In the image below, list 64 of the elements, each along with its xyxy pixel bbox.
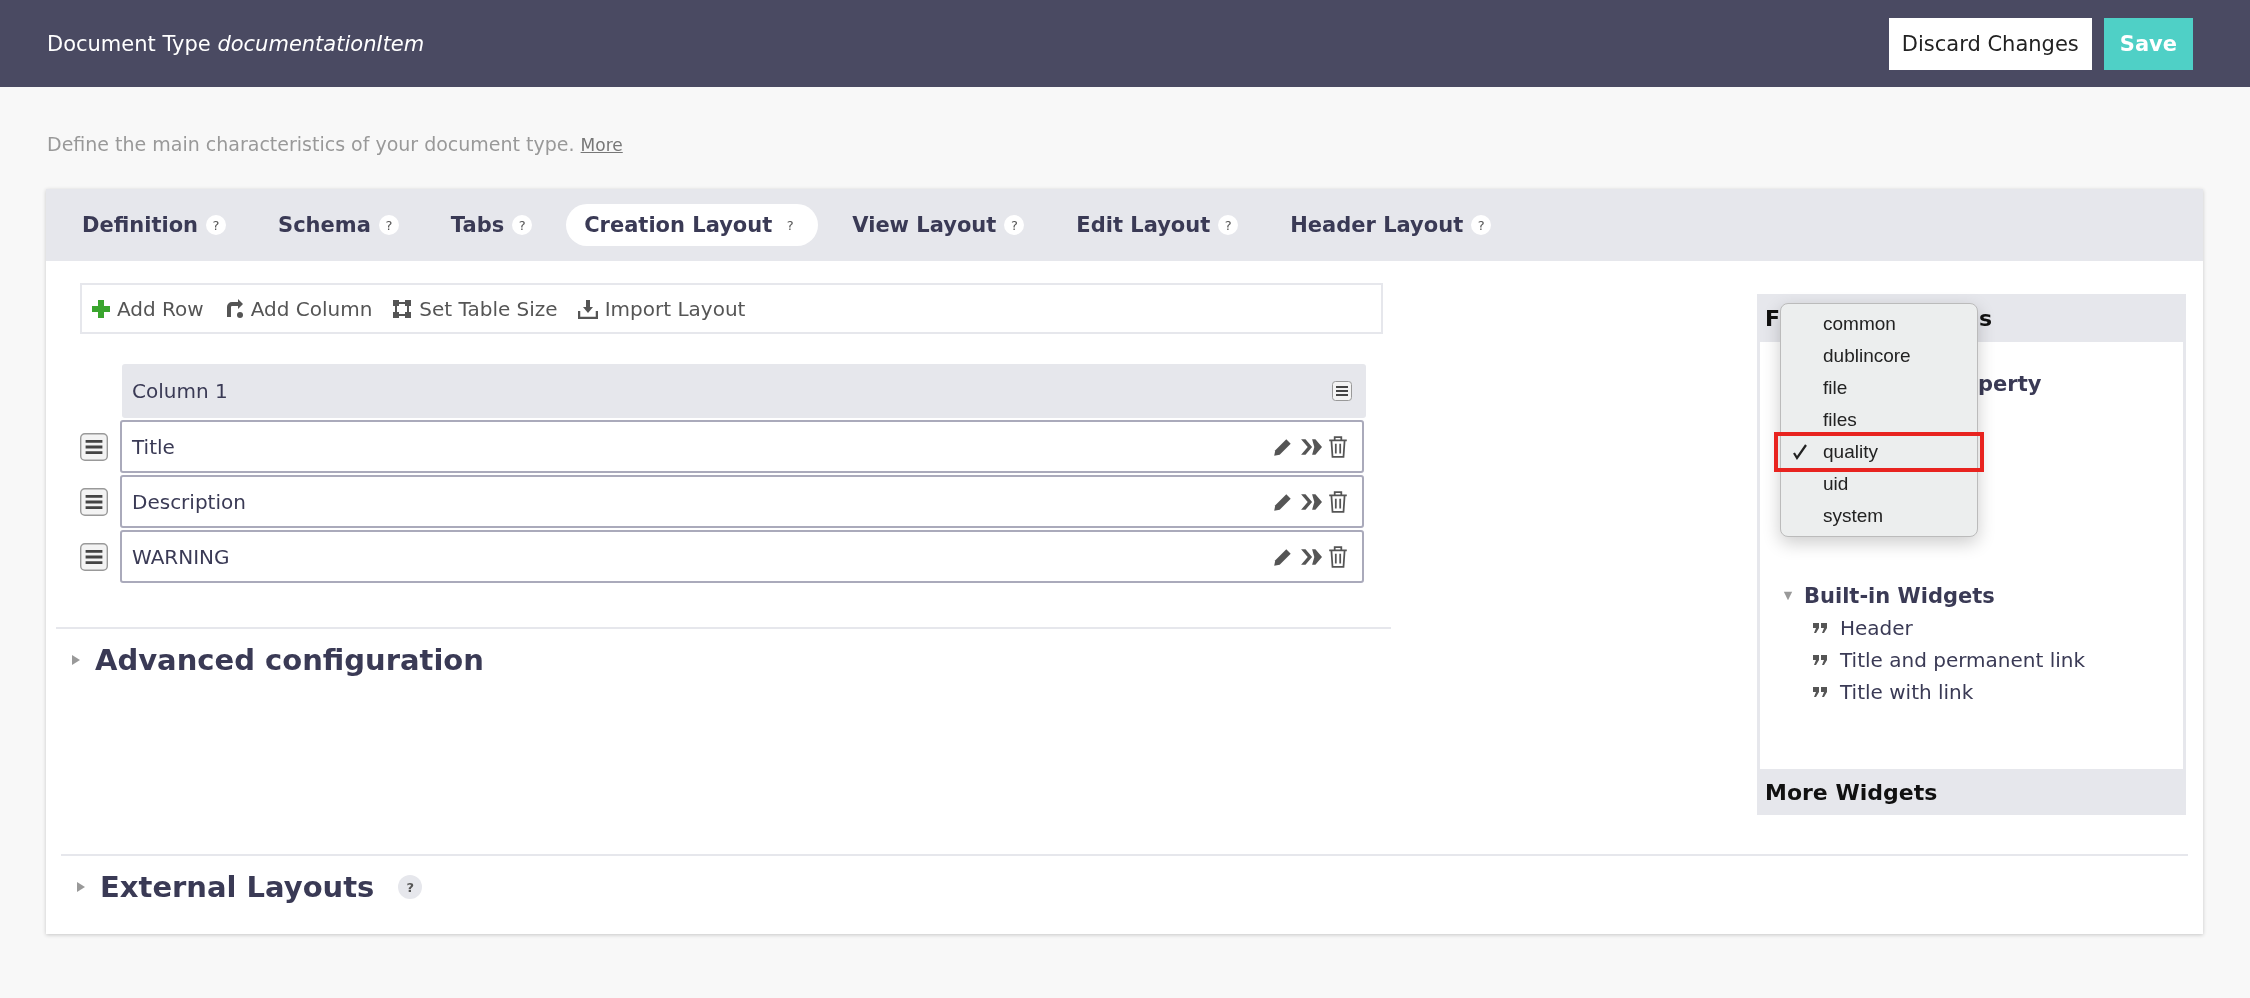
group-title[interactable]: Built-in Widgets <box>1804 584 1995 608</box>
row-label: Title <box>132 434 176 459</box>
resize-icon <box>392 298 413 319</box>
panel-title: s <box>1979 305 1993 331</box>
trash-icon[interactable] <box>1328 435 1348 458</box>
page-title: Document Type documentationItem <box>47 31 425 56</box>
intro-text: Define the main characteristics of your document type. More <box>47 133 624 155</box>
widget-item[interactable]: Title with link <box>1782 680 2183 704</box>
menu-option[interactable]: uid <box>1781 468 1977 500</box>
help-badge[interactable]: ? <box>512 215 533 235</box>
row-label: Description <box>132 489 247 514</box>
expand-icon[interactable] <box>1783 590 1793 602</box>
menu-icon[interactable] <box>80 487 108 516</box>
expand-icon[interactable] <box>76 881 86 893</box>
help-badge[interactable]: ? <box>780 215 801 235</box>
help-badge[interactable]: ? <box>206 215 226 235</box>
help-badge[interactable]: ? <box>1004 215 1025 235</box>
tab[interactable]: Creation Layout ? <box>566 204 819 246</box>
help-badge[interactable]: ? <box>1218 215 1239 235</box>
help-badge[interactable]: ? <box>398 875 423 899</box>
menu-icon[interactable] <box>80 432 108 461</box>
row-label: WARNING <box>132 544 231 569</box>
widget-item[interactable]: Header <box>1782 616 2183 640</box>
widget-item[interactable]: Title and permanent link <box>1782 648 2183 672</box>
tab[interactable]: Header Layout ? <box>1272 204 1510 246</box>
menu-icon[interactable] <box>1332 381 1352 401</box>
quote-icon <box>1812 654 1828 666</box>
tab[interactable]: View Layout ? <box>834 204 1043 246</box>
expand-icon[interactable] <box>71 654 81 666</box>
menu-option[interactable]: common <box>1781 308 1977 340</box>
menu-icon[interactable] <box>80 542 108 571</box>
layout-row[interactable]: Description <box>120 475 1364 528</box>
panel-footer[interactable]: More Widgets <box>1760 769 2183 815</box>
layout-row[interactable]: WARNING <box>120 530 1364 583</box>
tab[interactable]: Definition ? <box>64 204 244 246</box>
toolbar-button[interactable]: Import Layout <box>577 296 746 321</box>
menu-option[interactable]: dublincore <box>1781 340 1977 372</box>
menu-option[interactable]: files <box>1781 404 1977 436</box>
help-badge[interactable]: ? <box>378 215 399 235</box>
menu-option[interactable]: quality <box>1778 436 1980 468</box>
tab[interactable]: Schema ? <box>260 204 417 246</box>
tab[interactable]: Tabs ? <box>432 204 551 246</box>
section-title[interactable]: External Layouts <box>100 870 375 904</box>
group-title: perty <box>1978 372 2042 396</box>
tab[interactable]: Edit Layout ? <box>1058 204 1257 246</box>
quote-icon <box>1812 622 1828 634</box>
download-icon <box>577 298 598 319</box>
quote-icon <box>1812 686 1828 698</box>
trash-icon[interactable] <box>1328 490 1348 513</box>
discard-button[interactable]: Discard Changes <box>1888 17 2092 70</box>
layout-row[interactable]: Title <box>120 420 1364 473</box>
column-title: Column 1 <box>132 379 228 403</box>
menu-option[interactable]: file <box>1781 372 1977 404</box>
toolbar-button[interactable]: Set Table Size <box>392 296 558 321</box>
section-title[interactable]: Advanced configuration <box>95 643 484 677</box>
checkmark-icon <box>1793 444 1807 460</box>
menu-option[interactable]: system <box>1781 500 1977 532</box>
toolbar-button[interactable]: Add Column <box>223 296 373 321</box>
plus-icon <box>92 299 110 318</box>
more-link[interactable]: More <box>580 135 623 155</box>
toolbar-button[interactable]: Add Row <box>92 296 204 321</box>
trash-icon[interactable] <box>1328 545 1348 568</box>
help-badge[interactable]: ? <box>1471 215 1492 235</box>
panel-title: F <box>1765 305 1781 331</box>
